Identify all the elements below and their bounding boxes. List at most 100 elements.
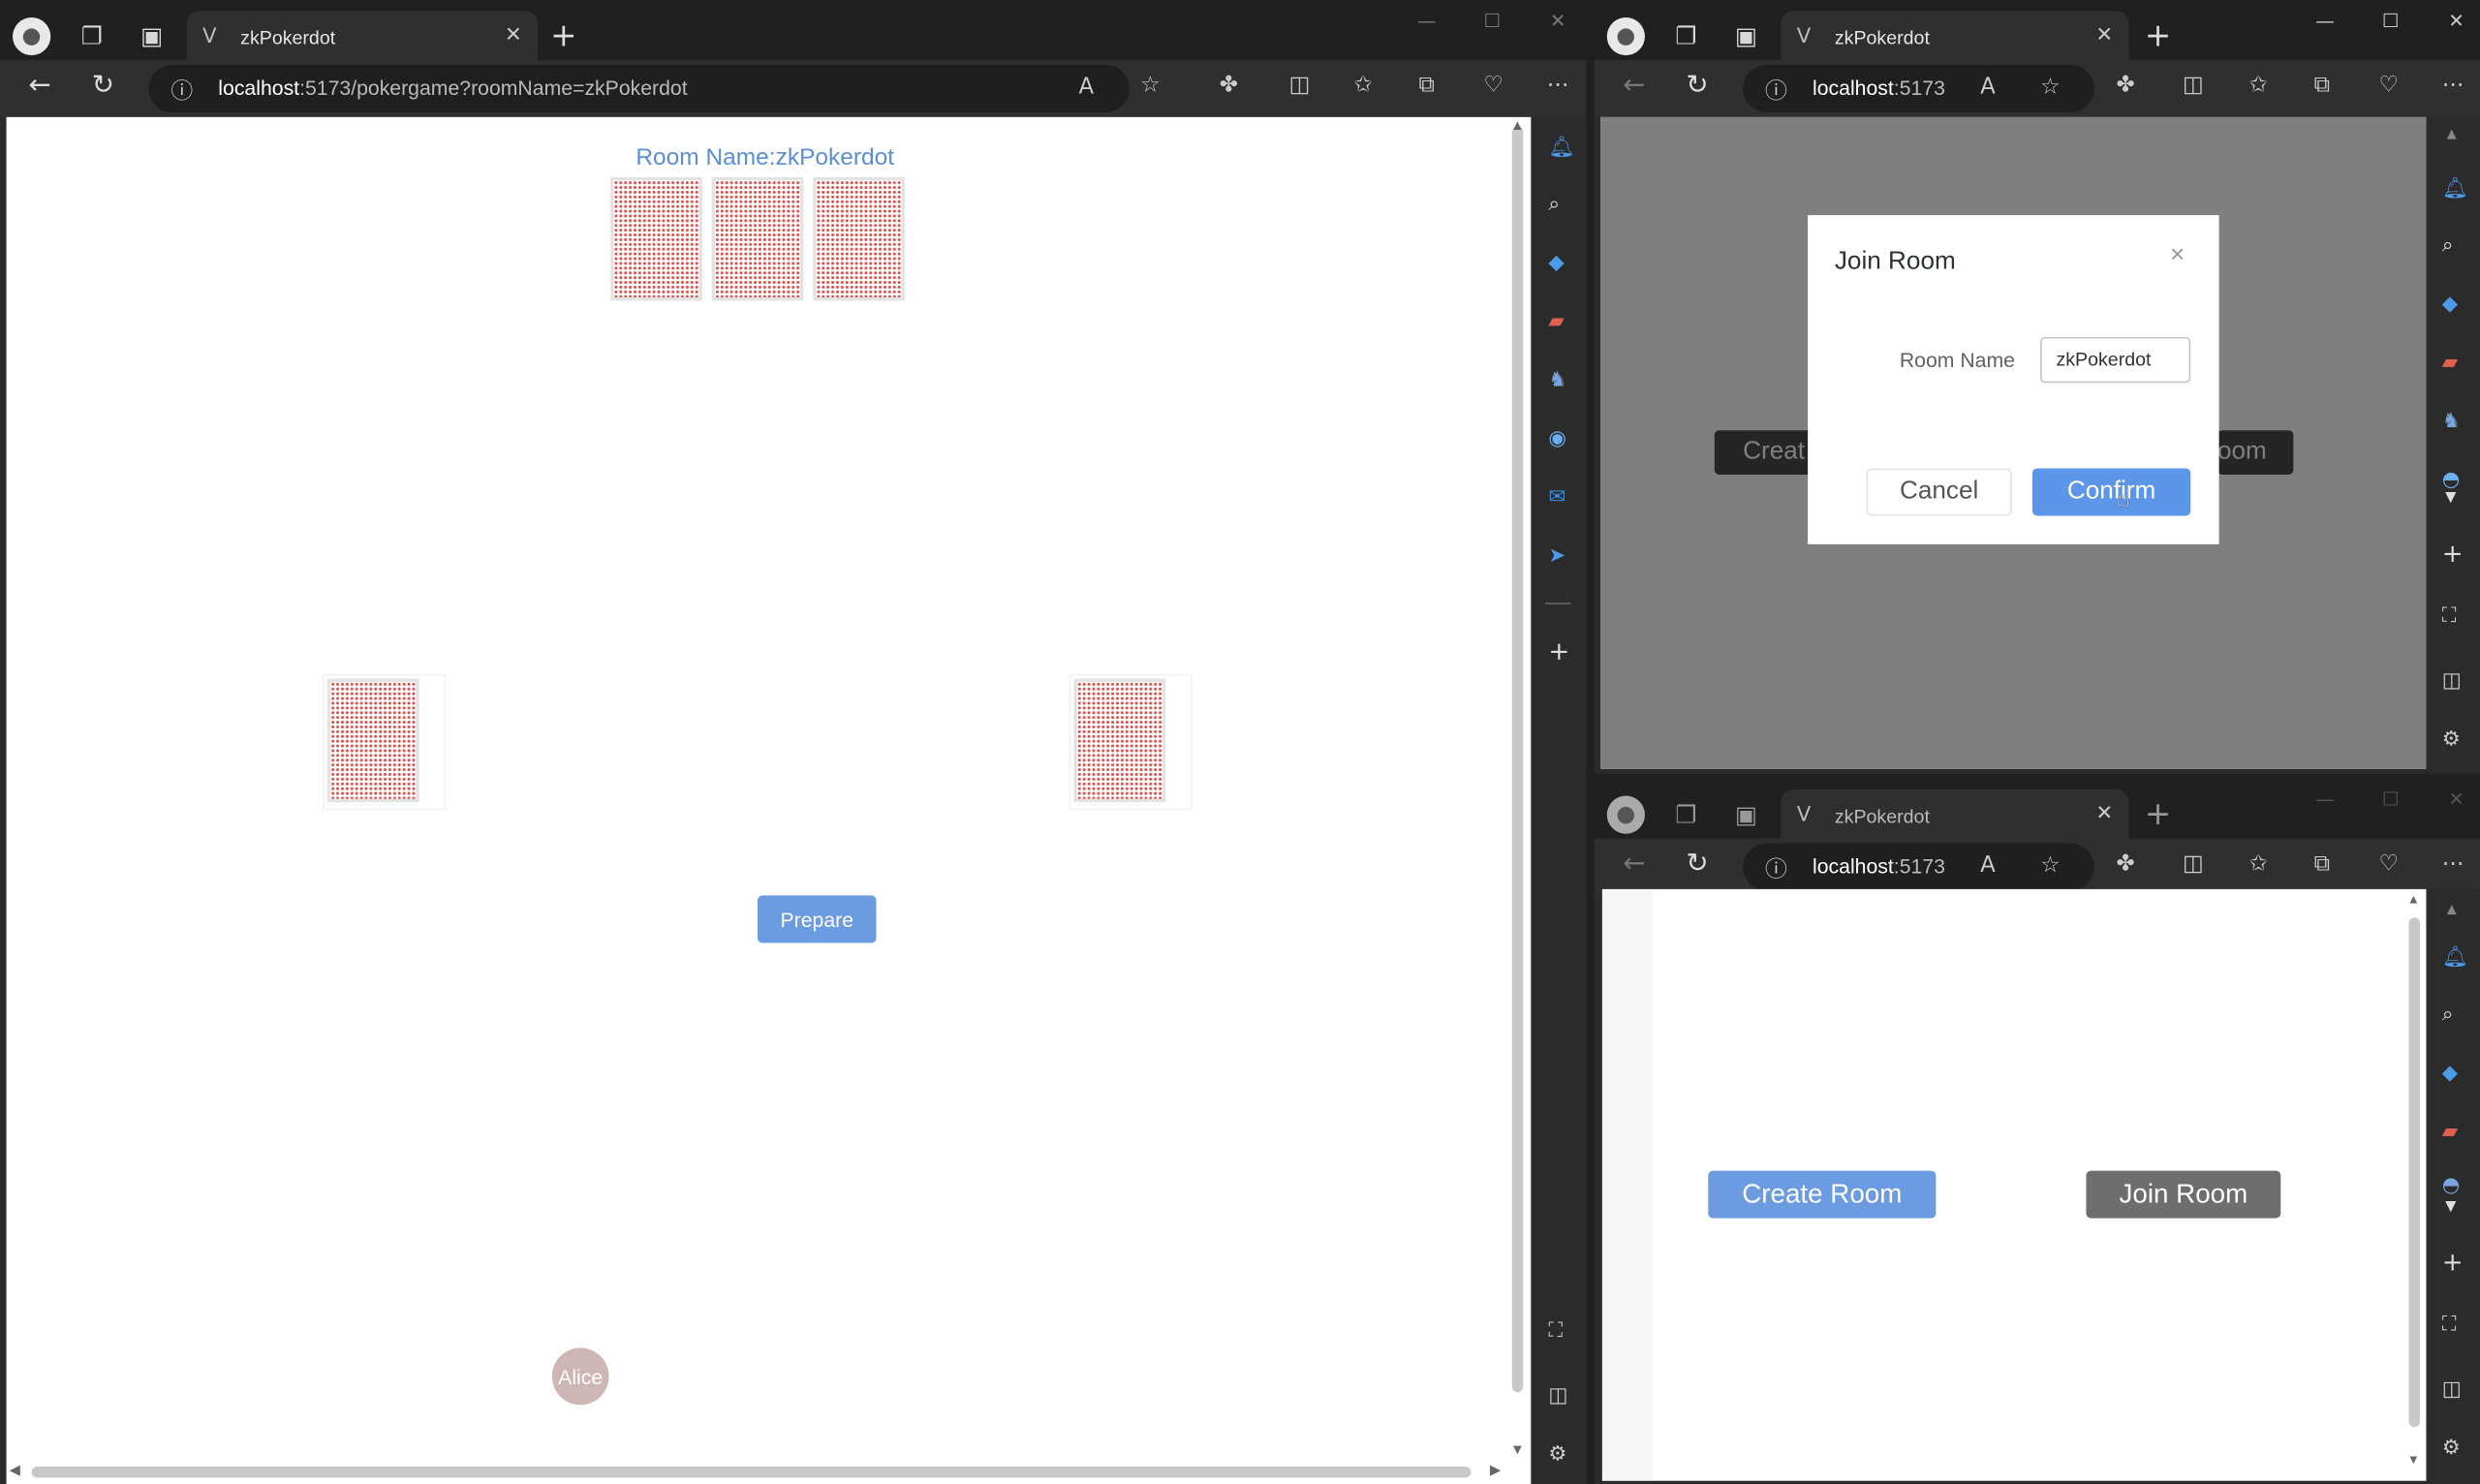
scroll-up-arrow[interactable]: ▲ <box>2407 892 2420 907</box>
close-window-icon[interactable]: ✕ <box>2448 788 2464 810</box>
search-icon[interactable]: ⌕ <box>2442 234 2454 258</box>
chevron-down-icon[interactable]: ▼ <box>2445 1199 2456 1215</box>
extensions-icon[interactable]: ✤ <box>1220 73 1238 98</box>
scroll-right-arrow[interactable]: ▶ <box>1490 1462 1501 1479</box>
close-tab-icon[interactable]: ✕ <box>2095 802 2113 825</box>
add-icon[interactable]: + <box>2442 1247 2464 1277</box>
tag-icon[interactable]: ◆ <box>1548 252 1564 275</box>
bell-icon[interactable]: 🔔︎ <box>1548 136 1574 159</box>
profile-icon[interactable]: ● <box>1606 16 1645 56</box>
favorite-icon[interactable]: ☆ <box>2040 75 2061 100</box>
extensions-icon[interactable]: ✤ <box>2116 73 2134 98</box>
favorites-icon[interactable]: ✩ <box>2249 851 2268 877</box>
workspaces-icon[interactable]: ❐ <box>1667 796 1705 834</box>
tab-actions-icon[interactable]: ▣ <box>1727 796 1765 834</box>
close-icon[interactable]: × <box>2170 242 2185 270</box>
close-window-icon[interactable]: ✕ <box>1550 10 1566 32</box>
split-screen-icon[interactable]: ◫ <box>2183 73 2204 98</box>
add-icon[interactable]: + <box>2442 538 2464 568</box>
minimize-icon[interactable]: — <box>2315 10 2335 32</box>
horizontal-scrollbar[interactable] <box>31 1467 1472 1478</box>
read-aloud-icon[interactable]: A <box>1980 75 1996 100</box>
maximize-icon[interactable]: ☐ <box>2382 788 2400 810</box>
settings-icon[interactable]: ⚙ <box>1548 1443 1566 1467</box>
create-room-button[interactable]: Create Room <box>1708 1170 1937 1219</box>
info-icon[interactable]: ⓘ <box>170 75 193 107</box>
split-screen-icon[interactable]: ◫ <box>1289 73 1311 98</box>
browser-essentials-icon[interactable]: ♡ <box>2379 851 2400 877</box>
tag-icon[interactable]: ◆ <box>2442 293 2458 316</box>
minimize-icon[interactable]: — <box>2315 788 2335 810</box>
new-tab-icon[interactable]: + <box>550 15 576 53</box>
favorites-icon[interactable]: ✩ <box>1354 73 1373 98</box>
address-bar[interactable]: ⓘ localhost:5173 A ☆ <box>1743 843 2094 891</box>
refresh-icon[interactable]: ↻ <box>92 70 114 102</box>
toolbox-icon[interactable]: ▰ <box>2442 352 2458 375</box>
vertical-scrollbar[interactable] <box>2408 917 2420 1428</box>
games-icon[interactable]: ◓ <box>2442 1174 2461 1197</box>
confirm-button[interactable]: Confirm <box>2031 468 2191 516</box>
sidebar-toggle-icon[interactable]: ◫ <box>2442 669 2462 693</box>
room-name-input[interactable]: zkPokerdot <box>2040 336 2191 384</box>
settings-icon[interactable]: ⚙ <box>2442 727 2461 751</box>
prepare-button[interactable]: Prepare <box>758 895 877 943</box>
search-icon[interactable]: ⌕ <box>1548 193 1560 216</box>
read-aloud-icon[interactable]: A <box>1980 852 1996 878</box>
read-aloud-icon[interactable]: A <box>1078 75 1094 100</box>
workspaces-icon[interactable]: ❐ <box>1667 17 1705 55</box>
address-bar[interactable]: ⓘ localhost:5173/pokergame?roomName=zkPo… <box>148 64 1130 112</box>
search-icon[interactable]: ⌕ <box>2442 1003 2454 1026</box>
cancel-button[interactable]: Cancel <box>1866 468 2012 516</box>
favorite-icon[interactable]: ☆ <box>1140 73 1161 98</box>
back-icon[interactable]: ← <box>1623 70 1645 102</box>
copilot-icon[interactable]: ◓ <box>2442 468 2461 491</box>
more-icon[interactable]: ⋯ <box>2442 851 2464 877</box>
browser-essentials-icon[interactable]: ♡ <box>2379 73 2400 98</box>
new-tab-icon[interactable]: + <box>2145 15 2171 53</box>
scroll-left-arrow[interactable]: ◀ <box>10 1462 20 1479</box>
tab-actions-icon[interactable]: ▣ <box>133 17 170 55</box>
toolbox-icon[interactable]: ▰ <box>2442 1120 2458 1143</box>
new-tab-icon[interactable]: + <box>2145 794 2171 832</box>
join-room-button[interactable]: Join Room <box>2086 1170 2281 1219</box>
bell-icon[interactable]: 🔔︎ <box>2442 177 2468 201</box>
back-icon[interactable]: ← <box>28 70 50 102</box>
send-icon[interactable]: ➤ <box>1548 544 1566 568</box>
collections-icon[interactable]: ⧉ <box>2314 73 2330 98</box>
games-icon[interactable]: ♞ <box>1548 369 1566 392</box>
bell-icon[interactable]: 🔔︎ <box>2442 946 2468 970</box>
favorites-icon[interactable]: ✩ <box>2249 73 2268 98</box>
scroll-up-arrow[interactable]: ▲ <box>2447 902 2457 916</box>
info-icon[interactable]: ⓘ <box>1765 852 1787 884</box>
maximize-icon[interactable]: ☐ <box>1483 10 1501 32</box>
more-icon[interactable]: ⋯ <box>2442 73 2464 98</box>
collections-icon[interactable]: ⧉ <box>2314 851 2330 877</box>
toolbox-icon[interactable]: ▰ <box>1548 310 1564 333</box>
settings-icon[interactable]: ⚙ <box>2442 1437 2461 1460</box>
scroll-down-arrow[interactable]: ▼ <box>2407 1452 2420 1467</box>
tab-actions-icon[interactable]: ▣ <box>1727 17 1765 55</box>
profile-icon[interactable]: ● <box>1606 795 1645 834</box>
copilot-icon[interactable]: ◉ <box>1548 427 1566 450</box>
scroll-down-arrow[interactable]: ▼ <box>1510 1441 1525 1457</box>
maximize-icon[interactable]: ☐ <box>2382 10 2400 32</box>
refresh-icon[interactable]: ↻ <box>1686 70 1708 102</box>
close-window-icon[interactable]: ✕ <box>2448 10 2464 32</box>
add-icon[interactable]: + <box>1548 636 1569 666</box>
workspaces-icon[interactable]: ❐ <box>73 17 110 55</box>
browser-essentials-icon[interactable]: ♡ <box>1483 73 1504 98</box>
back-icon[interactable]: ← <box>1623 848 1645 880</box>
refresh-icon[interactable]: ↻ <box>1686 848 1708 880</box>
outlook-icon[interactable]: ✉ <box>1548 485 1566 509</box>
sidebar-toggle-icon[interactable]: ◫ <box>1548 1384 1567 1407</box>
games-icon[interactable]: ♞ <box>2442 410 2461 433</box>
extensions-icon[interactable]: ✤ <box>2116 851 2134 877</box>
collections-icon[interactable]: ⧉ <box>1418 73 1434 98</box>
split-screen-icon[interactable]: ◫ <box>2183 851 2204 877</box>
sidebar-toggle-icon[interactable]: ◫ <box>2442 1378 2462 1402</box>
minimize-icon[interactable]: — <box>1417 10 1437 32</box>
screenshot-icon[interactable]: ⛶ <box>1548 1319 1563 1343</box>
screenshot-icon[interactable]: ⛶ <box>2442 604 2457 628</box>
profile-icon[interactable]: ● <box>13 16 51 56</box>
scroll-up-arrow[interactable]: ▲ <box>1510 117 1525 133</box>
